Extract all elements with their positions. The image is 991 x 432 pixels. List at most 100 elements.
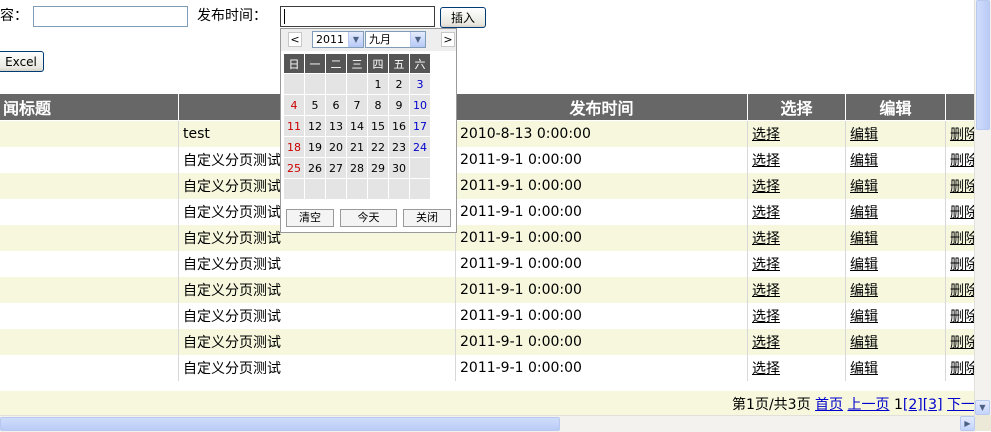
calendar-day[interactable]: 26 xyxy=(305,158,325,178)
edit-link[interactable]: 编辑 xyxy=(850,283,878,299)
calendar-today-button[interactable]: 今天 xyxy=(340,209,397,227)
select-link[interactable]: 选择 xyxy=(752,335,780,351)
calendar-day[interactable]: 24 xyxy=(410,137,430,157)
select-link[interactable]: 选择 xyxy=(752,309,780,325)
vertical-scrollbar[interactable]: ▼ xyxy=(974,0,991,415)
pager-first-link[interactable]: 首页 xyxy=(815,397,843,413)
year-select[interactable]: 2011 ▼ xyxy=(312,31,364,48)
cell-row-publish-time: 2011-9-1 0:00:00 xyxy=(455,225,748,251)
cell-select-link: 选择 xyxy=(747,355,846,381)
calendar-day[interactable]: 19 xyxy=(305,137,325,157)
calendar-day[interactable]: 30 xyxy=(389,158,409,178)
calendar-day[interactable]: 14 xyxy=(347,116,367,136)
calendar-day[interactable]: 16 xyxy=(389,116,409,136)
table-row: 自定义分页测试 2011-9-1 0:00:00 选择 编辑 删除 xyxy=(0,329,979,355)
vertical-scroll-thumb[interactable] xyxy=(976,0,990,130)
calendar-day[interactable]: 29 xyxy=(368,158,388,178)
calendar-day[interactable]: 21 xyxy=(347,137,367,157)
pager-page-2-link[interactable]: [2] xyxy=(903,397,923,413)
calendar-day[interactable]: 9 xyxy=(389,95,409,115)
edit-link[interactable]: 编辑 xyxy=(850,153,878,169)
calendar-day[interactable]: 2 xyxy=(389,74,409,94)
calendar-day[interactable]: 10 xyxy=(410,95,430,115)
pager-prev-link[interactable]: 上一页 xyxy=(847,397,889,413)
calendar-day[interactable]: 22 xyxy=(368,137,388,157)
table-row: 自定义分页测试 2011-9-1 0:00:00 选择 编辑 删除 xyxy=(0,277,979,303)
calendar-day[interactable]: 7 xyxy=(347,95,367,115)
select-link[interactable]: 选择 xyxy=(752,205,780,221)
edit-link[interactable]: 编辑 xyxy=(850,335,878,351)
month-select[interactable]: 九月 ▼ xyxy=(365,31,426,48)
select-link[interactable]: 选择 xyxy=(752,257,780,273)
cell-row-publish-time: 2010-8-13 0:00:00 xyxy=(455,120,748,147)
excel-export-button[interactable]: Excel xyxy=(0,51,44,72)
calendar-day[interactable]: 12 xyxy=(305,116,325,136)
edit-link[interactable]: 编辑 xyxy=(850,205,878,221)
row-title: 自定义分页测试 xyxy=(183,231,281,247)
select-link[interactable]: 选择 xyxy=(752,179,780,195)
pager-next-link[interactable]: 下一 xyxy=(947,397,975,413)
pager-page-3-link[interactable]: [3] xyxy=(923,397,943,413)
row-publish-time: 2011-9-1 0:00:00 xyxy=(460,256,582,272)
calendar-empty-cell xyxy=(284,74,304,94)
edit-link[interactable]: 编辑 xyxy=(850,127,878,143)
scroll-down-arrow-icon[interactable]: ▼ xyxy=(975,400,990,415)
calendar-day[interactable]: 28 xyxy=(347,158,367,178)
select-link[interactable]: 选择 xyxy=(752,361,780,377)
cell-row-title-blank xyxy=(0,173,179,199)
calendar-day[interactable]: 1 xyxy=(368,74,388,94)
table-row: 自定义分页测试 2011-9-1 0:00:00 选择 编辑 删除 xyxy=(0,173,979,199)
cell-row-title: 自定义分页测试 xyxy=(178,355,456,381)
prev-month-button[interactable]: < xyxy=(288,32,302,47)
cell-select-link: 选择 xyxy=(747,147,846,173)
edit-link[interactable]: 编辑 xyxy=(850,309,878,325)
calendar-empty-cell xyxy=(305,179,325,199)
calendar-empty-cell xyxy=(326,179,346,199)
calendar-day[interactable]: 23 xyxy=(389,137,409,157)
calendar-close-button[interactable]: 关闭 xyxy=(403,209,451,227)
edit-link[interactable]: 编辑 xyxy=(850,179,878,195)
scroll-right-arrow-icon[interactable]: ▶ xyxy=(960,416,975,431)
calendar-day[interactable]: 8 xyxy=(368,95,388,115)
cell-row-publish-time: 2011-9-1 0:00:00 xyxy=(455,251,748,277)
edit-link[interactable]: 编辑 xyxy=(850,257,878,273)
calendar-day[interactable]: 4 xyxy=(284,95,304,115)
select-link[interactable]: 选择 xyxy=(752,127,780,143)
content-input[interactable] xyxy=(33,6,188,27)
calendar-day[interactable]: 13 xyxy=(326,116,346,136)
chevron-down-icon: ▼ xyxy=(348,32,363,47)
calendar-day[interactable]: 6 xyxy=(326,95,346,115)
cell-edit-link: 编辑 xyxy=(845,303,946,329)
horizontal-scrollbar[interactable]: ▶ xyxy=(0,415,975,432)
cell-edit-link: 编辑 xyxy=(845,120,946,147)
table-row: 自定义分页测试 2011-9-1 0:00:00 选择 编辑 删除 xyxy=(0,355,979,381)
weekday-label: 四 xyxy=(368,54,388,73)
calendar-day[interactable]: 25 xyxy=(284,158,304,178)
calendar-day[interactable]: 27 xyxy=(326,158,346,178)
select-link[interactable]: 选择 xyxy=(752,231,780,247)
edit-link[interactable]: 编辑 xyxy=(850,231,878,247)
calendar-day[interactable]: 3 xyxy=(410,74,430,94)
insert-button[interactable]: 插入 xyxy=(440,7,486,28)
calendar-day[interactable]: 20 xyxy=(326,137,346,157)
next-month-button[interactable]: > xyxy=(441,32,455,47)
publish-time-input[interactable] xyxy=(280,6,435,27)
cell-row-title-blank xyxy=(0,147,179,173)
edit-link[interactable]: 编辑 xyxy=(850,361,878,377)
horizontal-scroll-thumb[interactable] xyxy=(0,417,560,431)
select-link[interactable]: 选择 xyxy=(752,283,780,299)
calendar-day[interactable]: 11 xyxy=(284,116,304,136)
calendar-day[interactable]: 18 xyxy=(284,137,304,157)
cell-select-link: 选择 xyxy=(747,329,846,355)
row-title: 自定义分页测试 xyxy=(183,335,281,351)
weekday-label: 五 xyxy=(389,54,409,73)
calendar-clear-button[interactable]: 清空 xyxy=(286,209,334,227)
cell-row-publish-time: 2011-9-1 0:00:00 xyxy=(455,147,748,173)
calendar-day[interactable]: 17 xyxy=(410,116,430,136)
calendar-day[interactable]: 5 xyxy=(305,95,325,115)
cell-select-link: 选择 xyxy=(747,225,846,251)
select-link[interactable]: 选择 xyxy=(752,153,780,169)
cell-select-link: 选择 xyxy=(747,251,846,277)
calendar-day[interactable]: 15 xyxy=(368,116,388,136)
header-publish-time: 发布时间 xyxy=(455,93,748,121)
